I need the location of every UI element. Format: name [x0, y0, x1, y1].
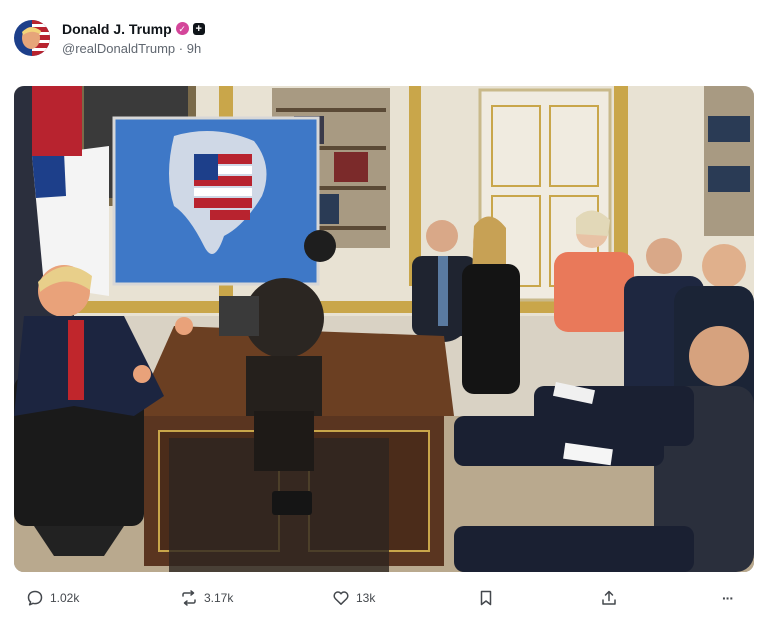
repost-button[interactable]: 3.17k [180, 586, 233, 610]
author-name-row: Donald J. Trump ✓ + [62, 20, 205, 38]
reply-count: 1.02k [50, 591, 80, 605]
heart-icon [333, 591, 349, 605]
post: Donald J. Trump ✓ + @realDonaldTrump · 9… [0, 0, 768, 624]
share-icon [602, 590, 616, 605]
repost-count: 3.17k [204, 591, 234, 605]
check-badge-icon: ✓ [175, 22, 189, 35]
avatar[interactable] [14, 20, 50, 56]
like-button[interactable]: 13k [332, 586, 375, 610]
author-handle[interactable]: @realDonaldTrump [62, 41, 175, 56]
plus-icon[interactable]: + [192, 22, 205, 35]
share-button[interactable] [600, 586, 618, 610]
like-count: 13k [356, 591, 376, 605]
post-time[interactable]: 9h [187, 41, 201, 56]
author-name[interactable]: Donald J. Trump [62, 20, 172, 38]
reply-button[interactable]: 1.02k [26, 586, 79, 610]
repost-icon [182, 590, 196, 606]
post-header: Donald J. Trump ✓ + @realDonaldTrump · 9… [14, 18, 205, 58]
meta-separator: · [178, 40, 184, 56]
comment-icon [27, 590, 43, 606]
author-block: Donald J. Trump ✓ + @realDonaldTrump · 9… [62, 20, 205, 57]
author-meta: @realDonaldTrump · 9h [62, 40, 205, 57]
oval-office-photo [14, 86, 754, 572]
post-photo[interactable] [14, 86, 754, 572]
more-icon: ··· [722, 590, 734, 606]
more-button[interactable]: ··· [722, 586, 734, 610]
bookmark-button[interactable] [477, 586, 495, 610]
bookmark-icon [480, 590, 492, 606]
avatar-image [14, 20, 50, 56]
post-actions: 1.02k 3.17k 13k ··· [0, 586, 768, 610]
